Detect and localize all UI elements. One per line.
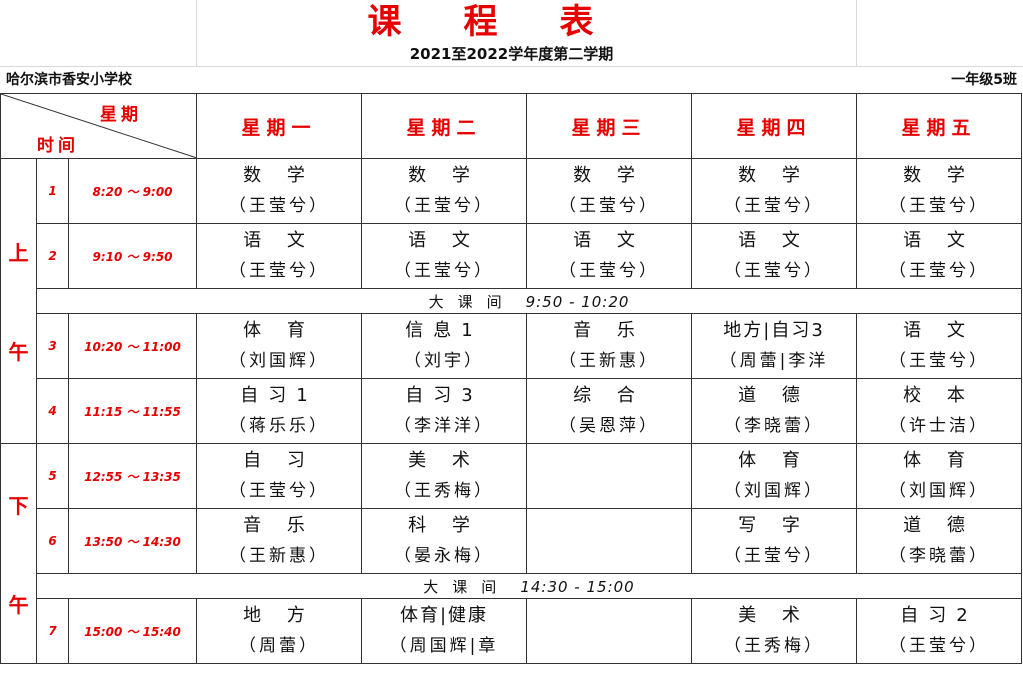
header-row: 星期 时间 星期一 星期二 星期三 星期四 星期五: [0, 93, 1023, 159]
class-cell: [526, 598, 693, 664]
timetable-sheet: 课程表 2021至2022学年度第二学期 哈尔滨市香安小学校 一年级5班 星期 …: [0, 0, 1023, 674]
class-cell: 写 字（王莹兮）: [691, 508, 858, 574]
class-name: 一年级5班: [951, 72, 1017, 88]
period-number: 4: [36, 378, 69, 444]
term-subtitle: 2021至2022学年度第二学期: [409, 45, 614, 63]
class-cell: 语 文（王莹兮）: [361, 223, 528, 289]
diagonal-line: [1, 94, 196, 158]
morning-label: 上午: [0, 158, 37, 444]
class-cell: 综 合（吴恩萍）: [526, 378, 693, 444]
period-number: 1: [36, 158, 69, 224]
period-number: 3: [36, 313, 69, 379]
class-cell: 美 术（王秀梅）: [691, 598, 858, 664]
period-time: 8:20 ～ 9:00: [67, 158, 198, 224]
class-cell: 美 术（王秀梅）: [361, 443, 528, 509]
period-row: 下午 5 12:55 ～ 13:35 自 习（王莹兮） 美 术（王秀梅） 体 育…: [0, 443, 1023, 664]
day-header-fri: 星期五: [856, 93, 1023, 159]
class-cell: 地方|自习3 （周蕾|李洋: [691, 313, 858, 379]
class-cell: 体 育（刘国辉）: [196, 313, 363, 379]
class-cell: 地 方（周蕾）: [196, 598, 363, 664]
corner-cell: 星期 时间: [0, 93, 198, 159]
class-cell: 数 学（王莹兮）: [526, 158, 693, 224]
school-name: 哈尔滨市香安小学校: [6, 72, 132, 88]
period-row: 2 9:10 ～ 9:50 语 文（王莹兮） 语 文（王莹兮） 语 文（王莹兮）…: [1, 223, 1023, 289]
period-row: 上午 1 8:20 ～ 9:00 数 学（王莹兮） 数 学（王莹兮） 数 学（王…: [0, 158, 1023, 444]
class-cell: 自 习（王莹兮）: [196, 443, 363, 509]
period-time: 15:00 ～ 15:40: [67, 598, 198, 664]
class-cell: 自习2 （王莹兮）: [856, 598, 1023, 664]
day-header-thu: 星期四: [691, 93, 858, 159]
class-cell: 自习1 （蒋乐乐）: [196, 378, 363, 444]
break-row: 大课间 9:50 - 10:20: [1, 288, 1023, 314]
class-cell: 数 学（王莹兮）: [856, 158, 1023, 224]
period-time: 9:10 ～ 9:50: [67, 223, 198, 289]
break-time: 14:30 - 15:00: [520, 577, 635, 596]
period-row: 7 15:00 ～ 15:40 地 方（周蕾） 体育|健康 （周国辉|章 美 术（…: [1, 598, 1023, 664]
class-cell: 体育|健康 （周国辉|章: [361, 598, 528, 664]
period-time: 10:20 ～ 11:00: [67, 313, 198, 379]
class-cell: 校 本（许士洁）: [856, 378, 1023, 444]
corner-weekday-label: 星期: [100, 105, 143, 125]
break-cell: 大课间 14:30 - 15:00: [35, 573, 1023, 599]
class-cell: 语 文（王莹兮）: [526, 223, 693, 289]
period-time: 13:50 ～ 14:30: [67, 508, 198, 574]
schedule-table: 星期 时间 星期一 星期二 星期三 星期四 星期五 上午 1 8:20 ～ 9:…: [0, 93, 1023, 664]
class-cell: 体 育（刘国辉）: [691, 443, 858, 509]
class-cell: [526, 508, 693, 574]
break-label: 大课间: [423, 577, 511, 596]
corner-time-label: 时间: [37, 136, 79, 156]
class-cell: 语 文（王莹兮）: [196, 223, 363, 289]
period-row: 4 11:15 ～ 11:55 自习1 （蒋乐乐） 自习3 （李洋洋） 综 合（吴恩…: [1, 378, 1023, 444]
period-number: 2: [36, 223, 69, 289]
class-cell: 音 乐（王新惠）: [526, 313, 693, 379]
class-cell: 语 文（王莹兮）: [856, 223, 1023, 289]
class-cell: 语 文（王莹兮）: [856, 313, 1023, 379]
class-cell: 音 乐（王新惠）: [196, 508, 363, 574]
day-header-wed: 星期三: [526, 93, 693, 159]
period-row: 3 10:20 ～ 11:00 体 育（刘国辉） 信息1 （刘宇） 音 乐（王新惠…: [1, 313, 1023, 379]
class-cell: [526, 443, 693, 509]
break-row: 大课间 14:30 - 15:00: [1, 573, 1023, 599]
period-time: 11:15 ～ 11:55: [67, 378, 198, 444]
period-row: 6 13:50 ～ 14:30 音 乐（王新惠） 科 学（晏永梅） 写 字（王莹…: [1, 508, 1023, 574]
class-cell: 体 育（刘国辉）: [856, 443, 1023, 509]
page-title: 课程表: [367, 2, 656, 42]
break-label: 大课间: [428, 292, 516, 311]
period-number: 6: [36, 508, 69, 574]
class-cell: 数 学（王莹兮）: [361, 158, 528, 224]
class-cell: 科 学（晏永梅）: [361, 508, 528, 574]
class-cell: 道 德（李晓蕾）: [691, 378, 858, 444]
day-header-tue: 星期二: [361, 93, 528, 159]
break-time: 9:50 - 10:20: [525, 292, 630, 311]
class-cell: 语 文（王莹兮）: [691, 223, 858, 289]
class-cell: 自习3 （李洋洋）: [361, 378, 528, 444]
class-cell: 数 学（王莹兮）: [691, 158, 858, 224]
period-time: 12:55 ～ 13:35: [67, 443, 198, 509]
class-cell: 信息1 （刘宇）: [361, 313, 528, 379]
break-cell: 大课间 9:50 - 10:20: [35, 288, 1023, 314]
day-header-mon: 星期一: [196, 93, 363, 159]
afternoon-label: 下午: [0, 443, 37, 664]
header-divider: [0, 66, 1023, 67]
period-number: 5: [36, 443, 69, 509]
class-cell: 数 学（王莹兮）: [196, 158, 363, 224]
period-number: 7: [36, 598, 69, 664]
class-cell: 道 德（李晓蕾）: [856, 508, 1023, 574]
